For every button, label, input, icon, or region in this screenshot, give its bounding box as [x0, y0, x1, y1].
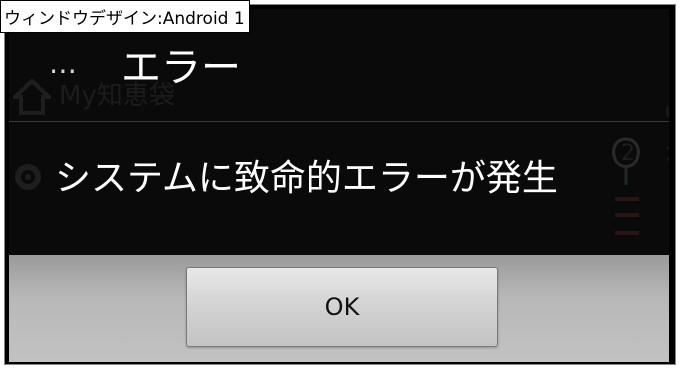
overflow-menu-icon: ⋯ [49, 54, 78, 87]
window-frame: My知恵袋 Q 2 か ⋯ エラー システムに致命的エラーが発生 OK [4, 4, 676, 365]
header-divider [9, 121, 669, 122]
background-bar [615, 231, 639, 235]
background-bar [615, 213, 639, 217]
dialog-button-bar: OK [9, 255, 669, 362]
alert-dialog: My知恵袋 Q 2 か ⋯ エラー システムに致命的エラーが発生 OK [9, 9, 669, 362]
background-glyph: 2 [621, 141, 635, 166]
ok-button[interactable]: OK [186, 267, 498, 347]
dialog-message: システムに致命的エラーが発生 [55, 158, 558, 199]
background-bar [615, 197, 639, 201]
gear-icon [15, 164, 41, 190]
window-title-label: ウィンドウデザイン:Android 1 [0, 0, 250, 33]
flower-icon [612, 137, 640, 185]
background-glyph: か [665, 135, 669, 167]
dialog-title: エラー [121, 45, 241, 91]
